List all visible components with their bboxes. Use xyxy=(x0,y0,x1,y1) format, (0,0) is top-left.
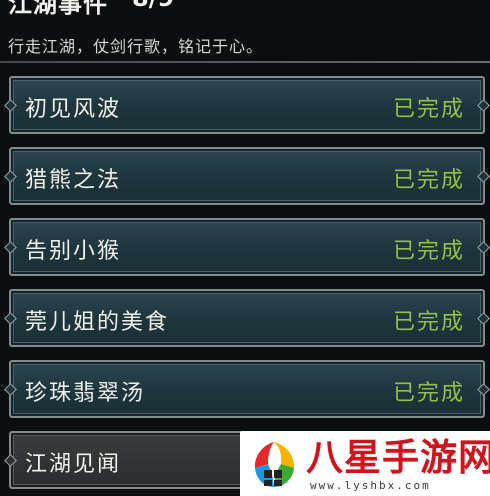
event-row-4[interactable]: 莞儿姐的美食 已完成 xyxy=(9,289,485,347)
event-row-2[interactable]: 猎熊之法 已完成 xyxy=(9,147,485,205)
event-name: 莞儿姐的美食 xyxy=(25,310,170,335)
watermark-logo-icon xyxy=(249,441,299,488)
event-name: 初见风波 xyxy=(25,97,122,122)
event-row-1[interactable]: 初见风波 已完成 xyxy=(9,76,485,134)
event-status: 已完成 xyxy=(392,97,465,122)
page-title: 江湖事件 xyxy=(8,0,108,18)
watermark-brand: 八星手游网 xyxy=(306,436,490,479)
event-name: 猎熊之法 xyxy=(25,168,122,193)
event-header: 江湖事件 8/9 xyxy=(0,0,490,18)
event-status: 已完成 xyxy=(392,239,465,264)
page-subtitle: 行走江湖，仗剑行歌，铭记于心。 xyxy=(8,37,264,56)
site-watermark: 八星手游网 www.lyshbx.com xyxy=(240,431,490,496)
event-name: 珍珠翡翠汤 xyxy=(25,381,146,406)
event-status: 已完成 xyxy=(392,168,465,193)
header-divider xyxy=(0,61,490,63)
watermark-url: www.lyshbx.com xyxy=(310,479,431,492)
event-status: 已完成 xyxy=(392,381,465,406)
event-row-3[interactable]: 告别小猴 已完成 xyxy=(9,218,485,276)
progress-count: 8/9 xyxy=(132,0,174,12)
event-status: 已完成 xyxy=(392,310,465,335)
event-row-5[interactable]: 珍珠翡翠汤 已完成 xyxy=(9,360,485,418)
event-name: 告别小猴 xyxy=(25,239,122,264)
event-name: 江湖见闻 xyxy=(25,452,122,477)
